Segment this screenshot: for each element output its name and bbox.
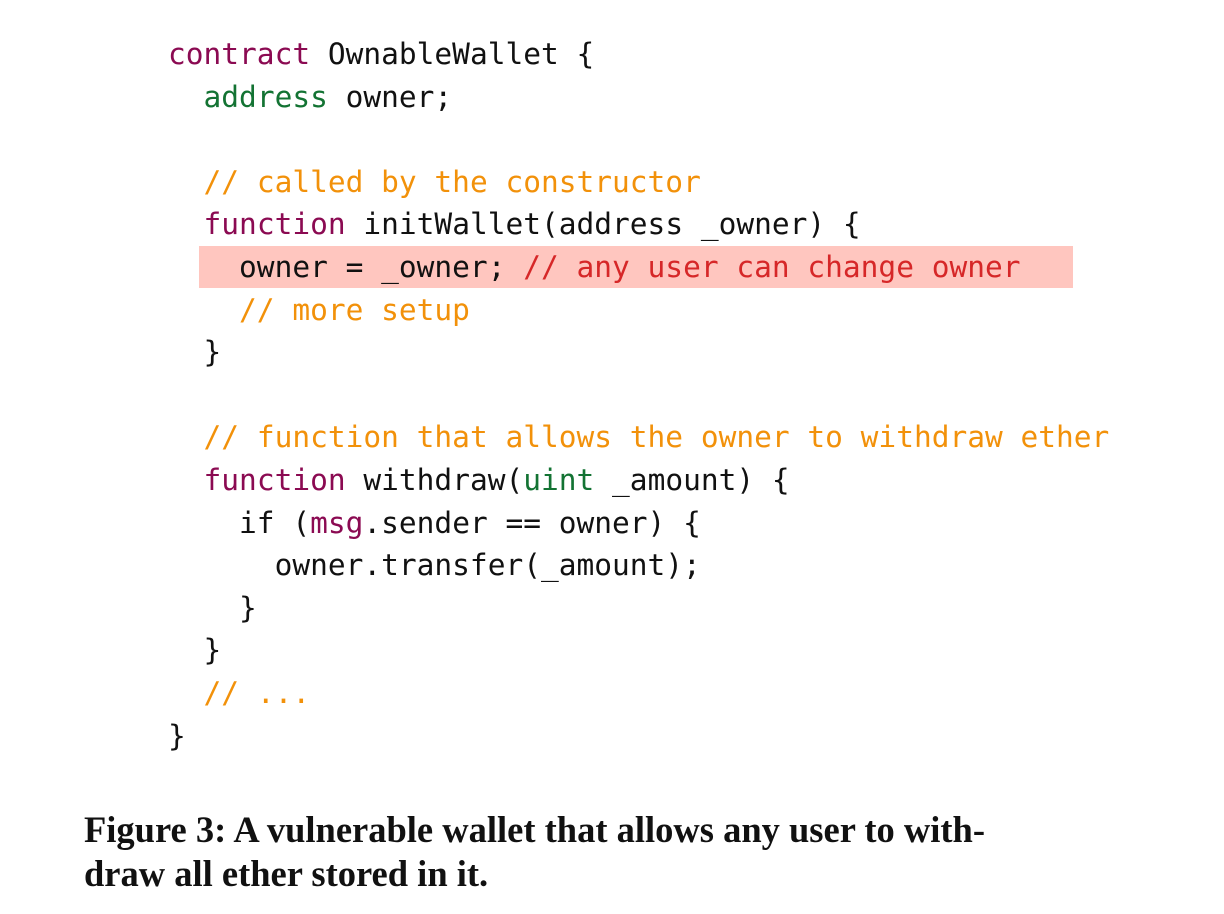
code-line: contract OwnableWallet { [168,33,1208,76]
code-line: function withdraw(uint _amount) { [168,459,1208,502]
code-token-keyword: function [203,207,346,242]
code-token-plain: owner = _owner; [168,249,524,284]
code-token-comment: // more setup [239,292,470,327]
code-token-plain: .sender == owner) { [363,505,701,540]
code-token-plain: if ( [168,505,311,540]
code-token-plain: owner.transfer(_amount); [168,548,701,583]
code-token-plain: withdraw( [345,462,524,497]
caption-line-2: draw all ether stored in it. [84,853,489,894]
code-token-plain: owner; [327,79,453,114]
code-token-plain: _amount) { [594,462,790,497]
code-token-plain: } [168,590,257,625]
code-token-plain: } [168,633,222,668]
code-token-keyword: msg [310,505,364,540]
code-token-plain: initWallet(address _owner) { [345,207,861,242]
code-line: // more setup [168,289,1208,332]
code-line-highlighted: owner = _owner; // any user can change o… [168,245,1208,289]
code-token-type: uint [523,462,595,497]
code-line: // function that allows the owner to wit… [168,416,1208,459]
code-token-type: address [203,79,328,114]
code-line: // ... [168,672,1208,715]
code-line: } [168,715,1208,758]
caption-line-1: Figure 3: A vulnerable wallet that allow… [84,809,986,850]
code-line: } [168,587,1208,630]
code-line: if (msg.sender == owner) { [168,502,1208,545]
code-token-plain: } [168,718,186,753]
code-token-comment: // ... [203,675,311,710]
code-token-comment: // function that allows the owner to wit… [203,420,1110,455]
code-token-plain: OwnableWallet { [310,37,595,71]
code-token-danger: // any user can change owner [523,249,1021,284]
code-line: } [168,629,1208,672]
code-line: function initWallet(address _owner) { [168,203,1208,246]
code-line: owner.transfer(_amount); [168,544,1208,587]
code-line: } [168,331,1208,374]
code-token-comment: // called by the constructor [203,164,701,199]
code-token-plain: } [168,335,222,370]
code-listing: contract OwnableWallet { address owner; … [168,33,1208,757]
code-token-keyword: contract [168,37,311,71]
figure-caption: Figure 3: A vulnerable wallet that allow… [84,808,1194,896]
code-line: address owner; [168,76,1208,119]
code-line: // called by the constructor [168,161,1208,204]
code-token-keyword: function [203,462,346,497]
